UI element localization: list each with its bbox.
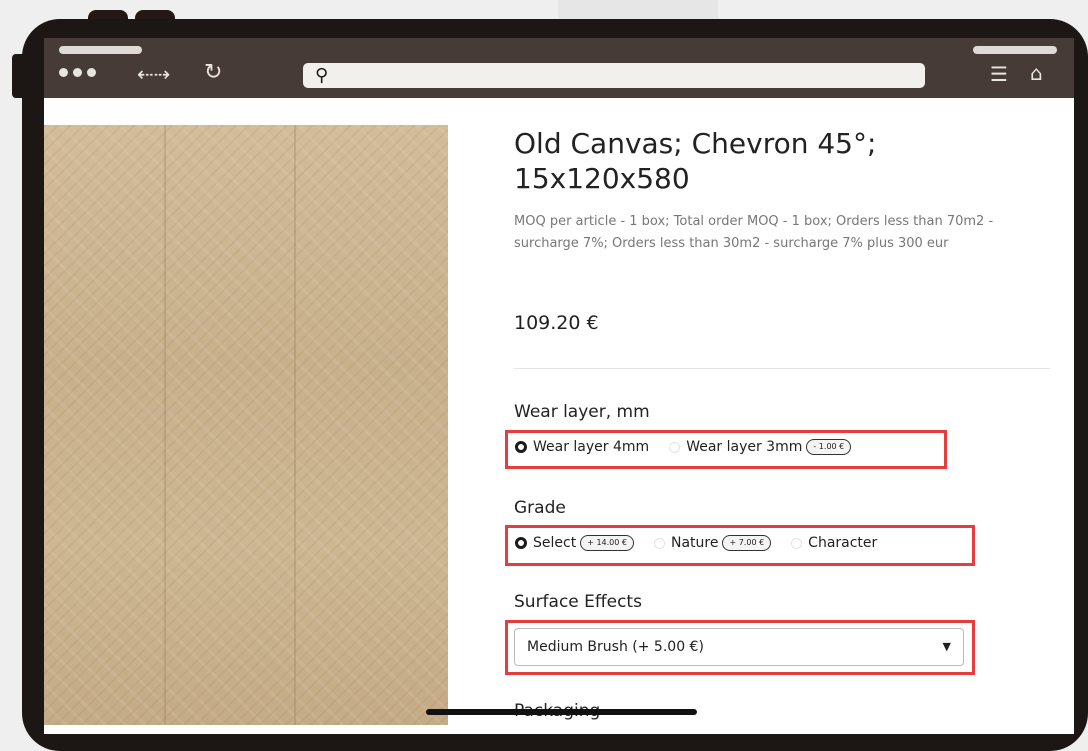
surface-effects-label: Surface Effects [514, 592, 642, 612]
product-title: Old Canvas; Chevron 45°; 15x120x580 [514, 127, 877, 195]
window-dot [87, 68, 96, 77]
search-input[interactable]: ⚲ [303, 63, 925, 88]
home-indicator [426, 709, 697, 715]
background-patch [558, 0, 718, 20]
highlight-box-wear-layer [505, 430, 947, 469]
window-dot [59, 68, 68, 77]
home-icon[interactable]: ⌂ [1030, 63, 1043, 83]
window-dot [73, 68, 82, 77]
product-price: 109.20 € [514, 312, 599, 334]
product-image [44, 125, 448, 725]
product-description: MOQ per article - 1 box; Total order MOQ… [514, 214, 994, 251]
grade-label: Grade [514, 498, 566, 518]
toolbar-decor-left [59, 46, 142, 54]
back-forward-icon[interactable]: ⇠⇢ [137, 64, 171, 84]
divider [514, 368, 1050, 369]
wear-layer-label: Wear layer, mm [514, 402, 650, 422]
window-dots [59, 68, 96, 77]
reload-icon[interactable]: ↻ [204, 62, 222, 84]
search-icon: ⚲ [315, 65, 329, 86]
toolbar-decor-right [973, 46, 1057, 54]
highlight-box-grade [505, 525, 975, 566]
highlight-box-surface-effects [505, 620, 975, 675]
menu-icon[interactable]: ☰ [990, 64, 1008, 84]
